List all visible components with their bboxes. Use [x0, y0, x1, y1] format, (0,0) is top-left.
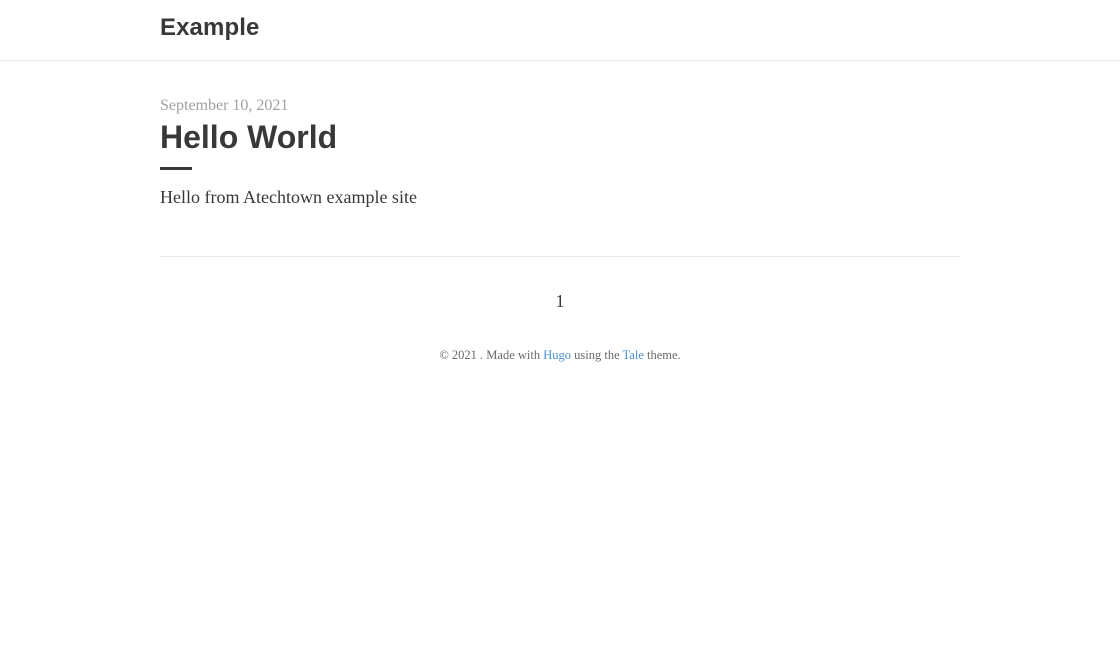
- title-underline: [160, 167, 192, 170]
- top-nav: Example: [0, 0, 1120, 61]
- post-summary: Hello from Atechtown example site: [160, 187, 417, 207]
- pagination-current-page: 1: [555, 291, 565, 311]
- footer: © 2021 . Made with Hugo using the Tale t…: [160, 346, 960, 364]
- main-content: September 10, 2021 Hello World Hello fro…: [160, 61, 960, 364]
- site-title-link[interactable]: Example: [160, 12, 259, 44]
- footer-tale-link[interactable]: Tale: [623, 348, 644, 362]
- post-date: September 10, 2021: [160, 97, 289, 114]
- footer-copyright: © 2021 . Made with: [439, 348, 541, 362]
- footer-end-text: theme.: [647, 348, 681, 362]
- footer-middle-text: using the: [574, 348, 620, 362]
- post-title-link[interactable]: Hello World: [160, 117, 960, 157]
- pagination: 1: [160, 257, 960, 313]
- post-entry: September 10, 2021 Hello World Hello fro…: [160, 61, 960, 210]
- footer-hugo-link[interactable]: Hugo: [543, 348, 571, 362]
